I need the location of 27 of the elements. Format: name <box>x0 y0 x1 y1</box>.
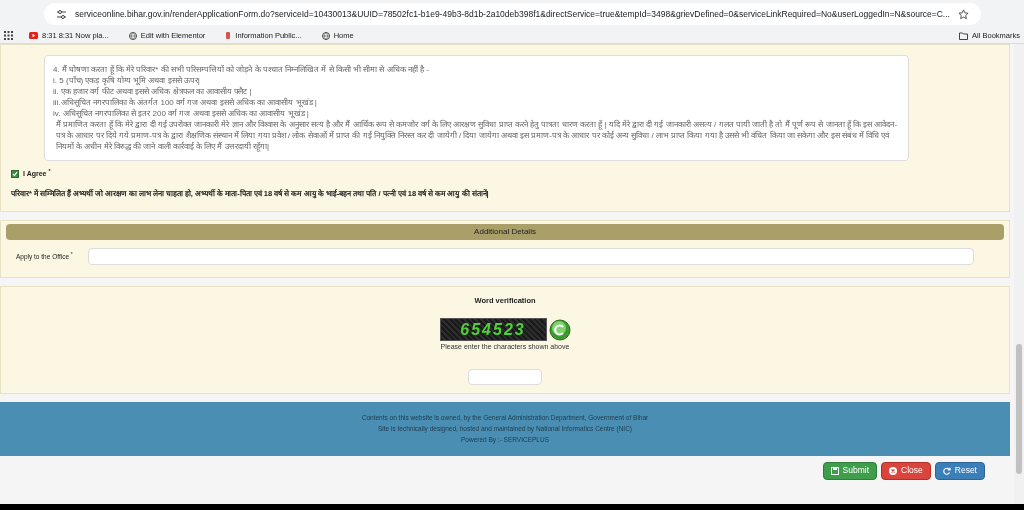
url-text: serviceonline.bihar.gov.in/renderApplicationForm.do?serviceId=10430013&UUID=78502fc1-b1e9-49b3-8d1b-2a10deb398f1&directService=true&tempId=3498&grievDefined=0&serviceLinkRequired=No&userLoggedIn=N&source=C... <box>75 7 950 21</box>
site-info-icon[interactable] <box>56 8 67 20</box>
address-bar[interactable] <box>44 3 981 25</box>
close-icon <box>889 466 898 475</box>
close-button[interactable]: Close <box>881 461 931 480</box>
captcha-image: 654523 <box>439 318 547 341</box>
reset-button[interactable]: Reset <box>934 461 985 480</box>
declaration-text: ii. एक हजार वर्ग फीट अथवा इससे अधिक क्षेत्रफल का आवासीय फ्लैट | <box>53 86 253 97</box>
declaration-text: iv. अधिसूचित नगरपालिका से इतर 200 वर्ग गज अथवा इससे अधिक का आवासीय भूखंड | <box>53 108 310 119</box>
globe-icon <box>321 31 330 40</box>
captcha-input[interactable] <box>468 368 542 385</box>
declaration-text: iii.अधिसूचित नगरपालिका के अंतर्गत 100 वर्ग गज अथवा इससे अधिक का आवासीय भूखंड | <box>53 97 318 108</box>
emblem-icon <box>225 31 232 40</box>
refresh-icon <box>942 466 951 475</box>
refresh-icon[interactable] <box>548 318 571 341</box>
save-icon <box>830 466 839 475</box>
star-icon[interactable] <box>957 8 969 20</box>
folder-icon <box>959 31 969 40</box>
office-input[interactable] <box>88 247 974 265</box>
declaration-text: मैं प्रमाणित करता हूँ कि मेरे द्वारा दी गई उपरोक्त जानकारी मेरे ज्ञान और विश्वास के अनुसार सत्य है और मैं आर्थिक रूप से कमजोर वर्ग के लिए आरक्षण सुविधा प्राप्त करने हेतु पात्रता धारण करता हूँ | यदि मेरे द्वारा दी गई जानकारी असत्य / गलत पायी जाती है तो मैं पूर्ण रूप से जानता हूँ कि इस आवेदन-पत्र के आधार पर दिये गये प्रमाण-पत्र के द्वारा शैक्षणिक संस्थान में लिया गया प्रवेश / लोक सेवाओं में प्राप्त की गई नियुक्ति निरस्त कर दी जायेगी / दिया जायेगा अथवा इस प्रमाण-पत्र के आधार पर कोई अन्य सुविधा / लाभ प्राप्त किया गया है उससे भी वंचित किया जा सकेगा और इस संबंध में विधि एवं नियमों के अधीन मेरे विरुद्ध की जाने वाली कार्रवाई के लिए मैं उत्तरदायी रहूँगा| <box>55 119 899 152</box>
apps-grid-icon[interactable] <box>4 31 13 40</box>
globe-icon <box>128 31 137 40</box>
declaration-text: 4. मैं घोषणा करता हूँ कि मेरे परिवार* की सभी परिसम्पत्तियों को जोड़ने के पश्चात निम्नलिखित में से किसी भी सीमा से अधिक नहीं है - <box>53 64 430 75</box>
video-icon <box>29 32 38 39</box>
section-header: Additional Details <box>6 223 1004 240</box>
declaration-text: i. 5 (पाँच) एकड़ कृषि योग्य भूमि अथवा इससे ऊपर| <box>53 75 201 86</box>
agree-checkbox[interactable] <box>11 170 19 179</box>
